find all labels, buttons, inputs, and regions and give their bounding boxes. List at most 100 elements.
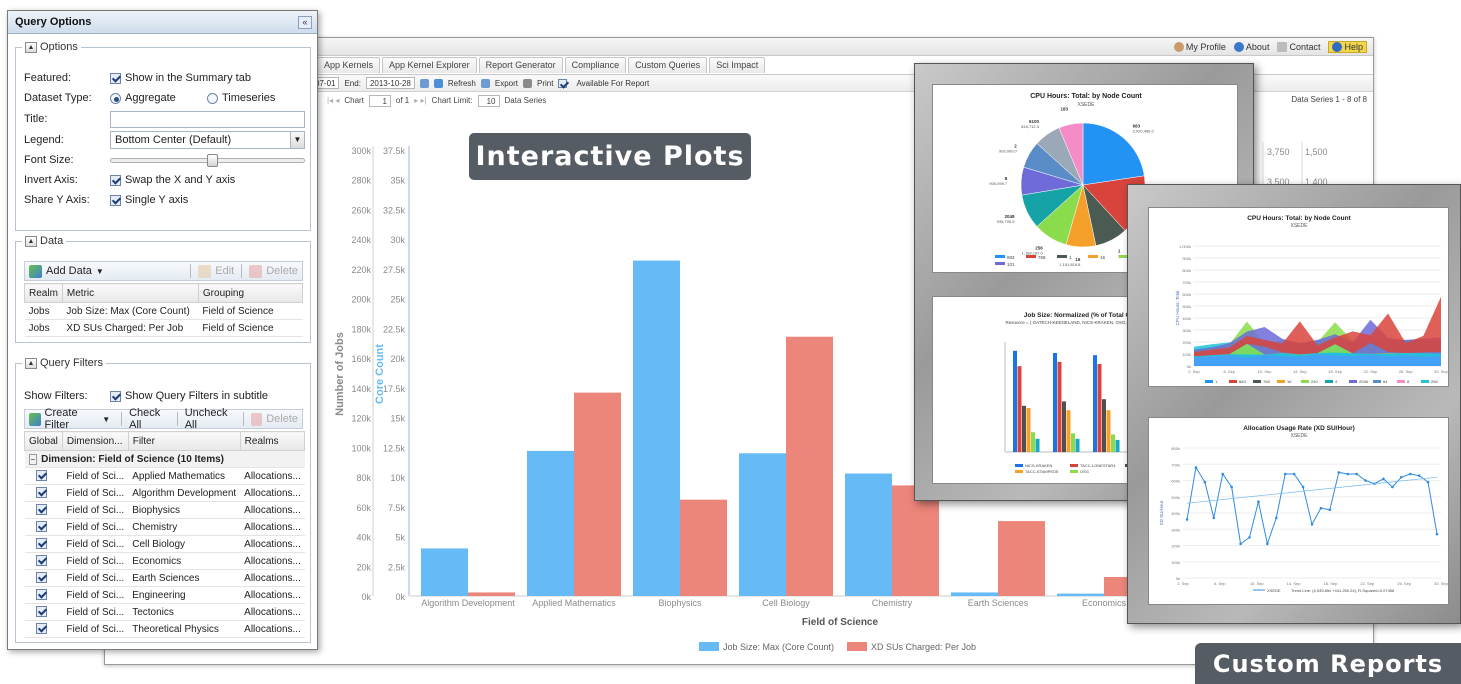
left-axis-tick-label: 180k: [351, 324, 371, 334]
edit-button[interactable]: Edit: [215, 265, 234, 277]
area-y-tick: 500k: [1182, 304, 1191, 309]
line-point: [1301, 485, 1305, 489]
toolbar-separator: [190, 264, 192, 278]
cell-realms: Allocations...: [240, 467, 305, 485]
left-axis-tick-label: 260k: [351, 205, 371, 215]
delete-filter-button[interactable]: Delete: [266, 413, 298, 425]
filter-checkbox[interactable]: [35, 555, 47, 567]
area-x-tick: 26. Sep: [1399, 369, 1414, 374]
legend-select[interactable]: Bottom Center (Default) ▼: [110, 131, 305, 149]
cell-realms: Allocations...: [240, 552, 305, 570]
aggregate-label: Aggregate: [125, 92, 176, 104]
grouped-bar: [1093, 355, 1097, 452]
list-item[interactable]: Field of Sci... Algorithm Development Allo…: [24, 484, 305, 502]
filter-checkbox[interactable]: [35, 623, 47, 635]
line-point: [1391, 485, 1394, 489]
group-header-row[interactable]: − Dimension: Field of Science (10 Items): [24, 450, 305, 468]
filter-checkbox[interactable]: [35, 487, 47, 499]
area-legend-swatch: [1301, 380, 1309, 383]
collapse-panel-button[interactable]: «: [298, 16, 312, 29]
pie-legend-swatch: [995, 262, 1005, 265]
list-item[interactable]: Field of Sci... Economics Allocations...: [24, 552, 305, 570]
col-global[interactable]: Global: [24, 431, 63, 451]
filter-checkbox[interactable]: [35, 470, 47, 482]
add-data-chevron-icon[interactable]: ▼: [96, 267, 104, 276]
cell-realm: Jobs: [24, 302, 63, 320]
line-point: [1364, 479, 1367, 482]
right-axis-title: Core Count: [374, 344, 386, 404]
invert-axis-row: Invert Axis: Swap the X and Y axis: [24, 171, 309, 189]
line-chart[interactable]: Allocation Usage Rate (XD SU/Hour)XSEDE0…: [1149, 418, 1449, 605]
list-item[interactable]: Field of Sci... Applied Mathematics Alloca…: [24, 467, 305, 485]
list-item[interactable]: Field of Sci... Theoretical Physics Alloca…: [24, 620, 305, 638]
area-chart-panel: CPU Hours: Total: by Node Count XSEDE 0k 10…: [1148, 207, 1449, 387]
timeseries-radio[interactable]: [207, 92, 218, 104]
line-title: Allocation Usage Rate (XD SU/Hour): [1243, 425, 1355, 432]
filter-checkbox[interactable]: [35, 504, 47, 516]
list-item[interactable]: Field of Sci... Engineering Allocations...: [24, 586, 305, 604]
col-realm[interactable]: Realm: [24, 283, 63, 303]
check-all-button[interactable]: Check All: [129, 407, 170, 431]
list-item[interactable]: Field of Sci... Chemistry Allocations...: [24, 518, 305, 536]
line-point: [1337, 471, 1341, 474]
line-point: [1266, 542, 1269, 546]
pie-legend-swatch: [1026, 255, 1036, 258]
list-item[interactable]: Field of Sci... Earth Sciences Allocations…: [24, 569, 305, 587]
cell-metric: Job Size: Max (Core Count): [62, 302, 199, 320]
col-grouping[interactable]: Grouping: [197, 283, 304, 303]
table-row[interactable]: Jobs Job Size: Max (Core Count) Field of…: [24, 302, 303, 320]
line-subtitle: XSEDE: [1291, 433, 1309, 439]
font-size-slider-thumb[interactable]: [207, 153, 218, 167]
x-axis-tick-label: Algorithm Development: [421, 598, 515, 608]
cell-grouping: Field of Science: [198, 319, 303, 337]
filter-checkbox[interactable]: [35, 589, 47, 601]
grouped-bar: [1057, 361, 1062, 452]
col-dimension[interactable]: Dimension...: [61, 431, 129, 451]
cell-dimension: Field of Sci...: [62, 586, 129, 604]
show-filters-checkbox[interactable]: [110, 390, 121, 402]
list-item[interactable]: Field of Sci... Cell Biology Allocations..…: [24, 535, 305, 553]
cell-dimension: Field of Sci...: [62, 467, 129, 485]
uncheck-all-button[interactable]: Uncheck All: [185, 407, 236, 431]
col-metric[interactable]: Metric: [61, 283, 199, 303]
far-right-tick-label: 1,500: [1305, 147, 1328, 157]
delete-data-button[interactable]: Delete: [266, 265, 298, 277]
toolbar-separator: [121, 412, 123, 426]
list-item[interactable]: Field of Sci... Tectonics Allocations...: [24, 603, 305, 621]
col-filter[interactable]: Filter: [127, 431, 241, 451]
col-realms[interactable]: Realms: [239, 431, 306, 451]
area-y-tick: 800k: [1182, 268, 1191, 273]
line-y-tick: 500k: [1171, 495, 1180, 500]
featured-checkbox[interactable]: [110, 72, 121, 84]
options-collapse-icon[interactable]: ▲: [25, 41, 37, 53]
group-collapse-icon[interactable]: −: [28, 453, 38, 465]
create-filter-chevron-icon[interactable]: ▼: [102, 415, 110, 424]
font-size-slider[interactable]: [110, 153, 305, 167]
left-axis-tick-label: 120k: [351, 414, 371, 424]
aggregate-radio[interactable]: [110, 92, 121, 104]
area-x-tick: 22. Sep: [1364, 369, 1379, 374]
filter-checkbox[interactable]: [35, 572, 47, 584]
title-input[interactable]: [110, 110, 305, 128]
share-y-checkbox[interactable]: [110, 194, 121, 206]
custom-reports-callout: Custom Reports: [1195, 643, 1461, 684]
line-point: [1399, 475, 1403, 479]
data-collapse-icon[interactable]: ▲: [25, 235, 37, 247]
featured-text: Show in the Summary tab: [125, 72, 251, 84]
area-chart[interactable]: CPU Hours: Total: by Node CountXSEDE0k10…: [1149, 208, 1449, 387]
filters-collapse-icon[interactable]: ▲: [25, 357, 37, 369]
add-data-button[interactable]: Add Data: [46, 265, 92, 277]
list-item[interactable]: Field of Sci... Biophysics Allocations...: [24, 501, 305, 519]
line-x-tick: 6. Sep: [1214, 581, 1226, 586]
data-toolbar: Add Data ▼ Edit Delete: [24, 261, 303, 281]
invert-axis-checkbox[interactable]: [110, 174, 121, 186]
filter-checkbox[interactable]: [35, 606, 47, 618]
grouped-bar: [1022, 405, 1026, 452]
area-subtitle: XSEDE: [1291, 223, 1309, 229]
table-row[interactable]: Jobs XD SUs Charged: Per Job Field of Sc…: [24, 319, 303, 337]
pie-slice-label: 183: [1060, 106, 1068, 111]
chevron-down-icon: ▼: [290, 132, 304, 148]
create-filter-button[interactable]: Create Filter: [45, 407, 99, 431]
filter-checkbox[interactable]: [35, 521, 47, 533]
filter-checkbox[interactable]: [35, 538, 47, 550]
